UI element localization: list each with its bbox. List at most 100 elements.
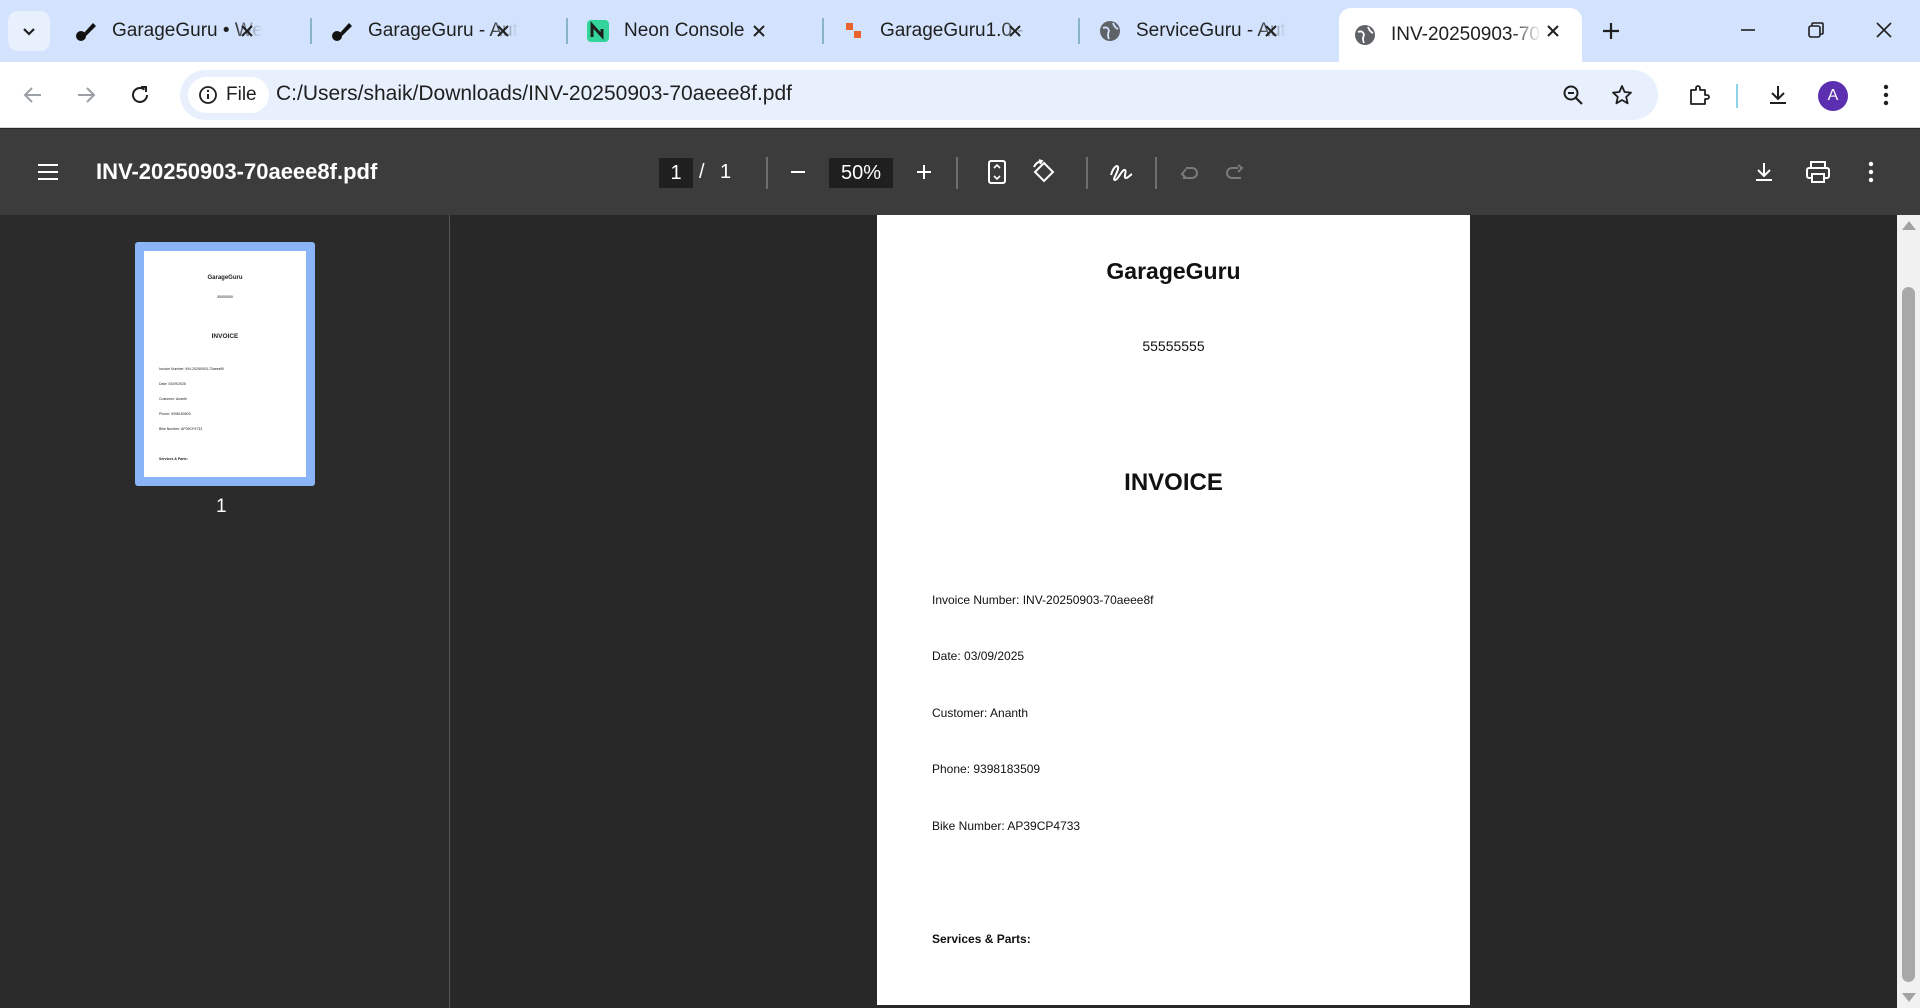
info-icon — [199, 86, 217, 104]
profile-avatar[interactable]: A — [1818, 81, 1848, 111]
signature-icon — [1110, 165, 1133, 182]
site-info-label: File — [226, 84, 257, 105]
pdf-viewer[interactable]: GarageGuru 55555555 INVOICE Invoice Numb… — [451, 215, 1897, 1008]
thumb-field: Bike Number: AP39CP4733 — [159, 427, 203, 431]
reload-icon — [132, 86, 148, 103]
redo-button[interactable] — [1214, 150, 1258, 194]
close-icon[interactable] — [1260, 20, 1282, 42]
invoice-number: Invoice Number: INV-20250903-70aeee8f — [932, 593, 1154, 607]
zoom-out-button[interactable] — [776, 150, 820, 194]
neon-logo-icon — [586, 19, 610, 43]
services-parts-heading: Services & Parts: — [932, 932, 1031, 946]
zoom-button[interactable] — [1554, 76, 1592, 114]
thumbnail-page-number: 1 — [216, 496, 227, 517]
undo-icon — [1180, 167, 1198, 179]
render-logo-icon — [842, 19, 866, 43]
browser-tab[interactable]: Neon Console — [572, 8, 788, 54]
rotate-icon — [1033, 159, 1055, 183]
page-total: 1 — [720, 161, 732, 183]
redo-icon — [1226, 164, 1244, 179]
invoice-heading: INVOICE — [1124, 469, 1223, 496]
tab-separator — [566, 18, 568, 44]
page-thumbnail[interactable]: GarageGuru 55555555 INVOICE Invoice Numb… — [135, 242, 315, 486]
close-icon — [1876, 22, 1892, 38]
minimize-icon — [1741, 29, 1755, 31]
sidebar-toggle-button[interactable] — [26, 150, 70, 194]
annotate-button[interactable] — [1099, 150, 1143, 194]
zoom-level-input[interactable]: 50% — [829, 158, 893, 188]
toolbar-divider — [1736, 84, 1738, 108]
thumb-field: Invoice Number: INV-20250903-70aeee8f — [159, 367, 224, 371]
pdf-page: GarageGuru 55555555 INVOICE Invoice Numb… — [877, 215, 1470, 1005]
print-button[interactable] — [1796, 150, 1840, 194]
thumb-company: GarageGuru — [207, 275, 243, 281]
browser-tab[interactable]: GarageGuru • Web — [60, 8, 276, 54]
pdf-download-button[interactable] — [1742, 150, 1786, 194]
close-icon[interactable] — [492, 20, 514, 42]
undo-button[interactable] — [1166, 150, 1210, 194]
page-number-input[interactable]: 1 — [659, 158, 693, 188]
printer-icon — [1806, 161, 1830, 183]
pdf-more-button[interactable] — [1849, 150, 1893, 194]
browser-menu-button[interactable] — [1864, 73, 1908, 117]
company-name: GarageGuru — [1106, 258, 1241, 284]
forward-button[interactable] — [64, 73, 108, 117]
arrow-right-icon — [78, 87, 96, 103]
scroll-down-arrow-icon[interactable] — [1902, 993, 1916, 1002]
url-text[interactable]: C:/Users/shaik/Downloads/INV-20250903-70… — [276, 82, 792, 106]
thumbnail-page: GarageGuru 55555555 INVOICE Invoice Numb… — [144, 251, 306, 477]
tab-separator — [822, 18, 824, 44]
plus-icon — [1603, 23, 1619, 39]
reload-button[interactable] — [118, 73, 162, 117]
close-icon[interactable] — [236, 20, 258, 42]
close-icon[interactable] — [1542, 20, 1564, 42]
close-icon[interactable] — [748, 20, 770, 42]
page-separator: / — [699, 161, 705, 183]
back-button[interactable] — [11, 73, 55, 117]
browser-tab-active[interactable]: INV-20250903-70aeee8f.pdf — [1339, 8, 1582, 62]
thumb-heading: INVOICE — [211, 333, 239, 340]
fit-page-button[interactable] — [975, 150, 1019, 194]
pdf-toolbar-divider — [1086, 157, 1088, 189]
minimize-button[interactable] — [1718, 8, 1778, 52]
minus-icon — [791, 171, 805, 173]
tab-separator — [1078, 18, 1080, 44]
customer-phone: Phone: 9398183509 — [932, 762, 1041, 776]
rotate-button[interactable] — [1022, 150, 1066, 194]
close-icon[interactable] — [1004, 20, 1026, 42]
downloads-button[interactable] — [1756, 73, 1800, 117]
scrollbar-thumb[interactable] — [1902, 287, 1915, 982]
vertical-scrollbar[interactable] — [1897, 215, 1920, 1008]
zoom-in-button[interactable] — [902, 150, 946, 194]
thumb-section: Services & Parts: — [159, 457, 188, 461]
thumb-field: Phone: 9398183509 — [159, 412, 191, 416]
extensions-button[interactable] — [1677, 73, 1721, 117]
scroll-up-arrow-icon[interactable] — [1902, 221, 1916, 230]
pdf-toolbar-divider — [1155, 157, 1157, 189]
customer-name: Customer: Ananth — [932, 706, 1029, 720]
pdf-toolbar-divider — [956, 157, 958, 189]
pdf-title: INV-20250903-70aeee8f.pdf — [96, 159, 378, 184]
thumb-field: Customer: Ananth — [159, 397, 188, 401]
download-icon — [1770, 86, 1786, 104]
bookmark-button[interactable] — [1603, 76, 1641, 114]
download-icon — [1756, 163, 1772, 181]
address-bar[interactable]: File C:/Users/shaik/Downloads/INV-202509… — [180, 70, 1658, 120]
tab-search-button[interactable] — [8, 11, 50, 51]
pdf-toolbar: INV-20250903-70aeee8f.pdf 1 / 1 50% — [0, 129, 1920, 215]
pdf-toolbar-divider — [766, 157, 768, 189]
thumb-field: Date: 03/09/2025 — [159, 382, 186, 386]
browser-tab[interactable]: GarageGuru - Auto — [316, 8, 532, 54]
close-window-button[interactable] — [1854, 8, 1914, 52]
puzzle-piece-icon — [1690, 85, 1710, 105]
restore-button[interactable] — [1786, 8, 1846, 52]
invoice-date: Date: 03/09/2025 — [932, 649, 1025, 663]
more-vert-icon — [1868, 161, 1874, 183]
thumbnail-sidebar: GarageGuru 55555555 INVOICE Invoice Numb… — [0, 215, 450, 1008]
ink-pen-icon — [74, 19, 98, 43]
menu-icon — [38, 164, 58, 180]
site-info-chip[interactable]: File — [188, 77, 269, 113]
browser-tab[interactable]: ServiceGuru - Auto — [1084, 8, 1300, 54]
browser-tab[interactable]: GarageGuru1.0 - R — [828, 8, 1044, 54]
new-tab-button[interactable] — [1592, 12, 1630, 50]
